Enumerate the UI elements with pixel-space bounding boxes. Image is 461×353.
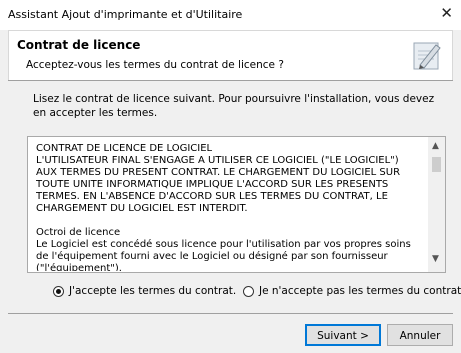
radio-selected-dot xyxy=(56,289,61,294)
page-subtitle: Acceptez-vous les termes du contrat de l… xyxy=(26,59,284,71)
license-textbox[interactable]: CONTRAT DE LICENCE DE LOGICIEL L'UTILISA… xyxy=(27,136,446,273)
wizard-document-icon xyxy=(413,42,441,70)
decline-option[interactable]: Je n'accepte pas les termes du contrat. xyxy=(243,285,461,301)
accept-option[interactable]: J'accepte les termes du contrat. xyxy=(53,285,236,301)
accept-label[interactable]: J'accepte les termes du contrat. xyxy=(69,285,236,297)
wizard-header: Contrat de licence Acceptez-vous les ter… xyxy=(8,30,453,80)
footer-divider xyxy=(8,313,453,314)
cancel-button[interactable]: Annuler xyxy=(387,324,453,346)
page-title: Contrat de licence xyxy=(17,38,141,52)
next-button[interactable]: Suivant > xyxy=(305,324,381,346)
scroll-thumb[interactable] xyxy=(432,157,441,172)
scroll-down-icon[interactable]: ▼ xyxy=(432,254,439,264)
window-title: Assistant Ajout d'imprimante et d'Utilit… xyxy=(8,8,243,21)
header-divider xyxy=(8,80,453,81)
close-icon[interactable]: ✕ xyxy=(440,6,453,21)
accept-radio[interactable] xyxy=(53,286,64,297)
decline-label[interactable]: Je n'accepte pas les termes du contrat. xyxy=(259,285,461,297)
license-scrollbar[interactable]: ▲ ▼ xyxy=(428,137,445,272)
decline-radio[interactable] xyxy=(243,286,254,297)
title-bar: Assistant Ajout d'imprimante et d'Utilit… xyxy=(0,0,461,30)
scroll-up-icon[interactable]: ▲ xyxy=(432,141,439,151)
license-text: CONTRAT DE LICENCE DE LOGICIEL L'UTILISA… xyxy=(36,143,411,271)
instructions-text: Lisez le contrat de licence suivant. Pou… xyxy=(33,93,435,119)
